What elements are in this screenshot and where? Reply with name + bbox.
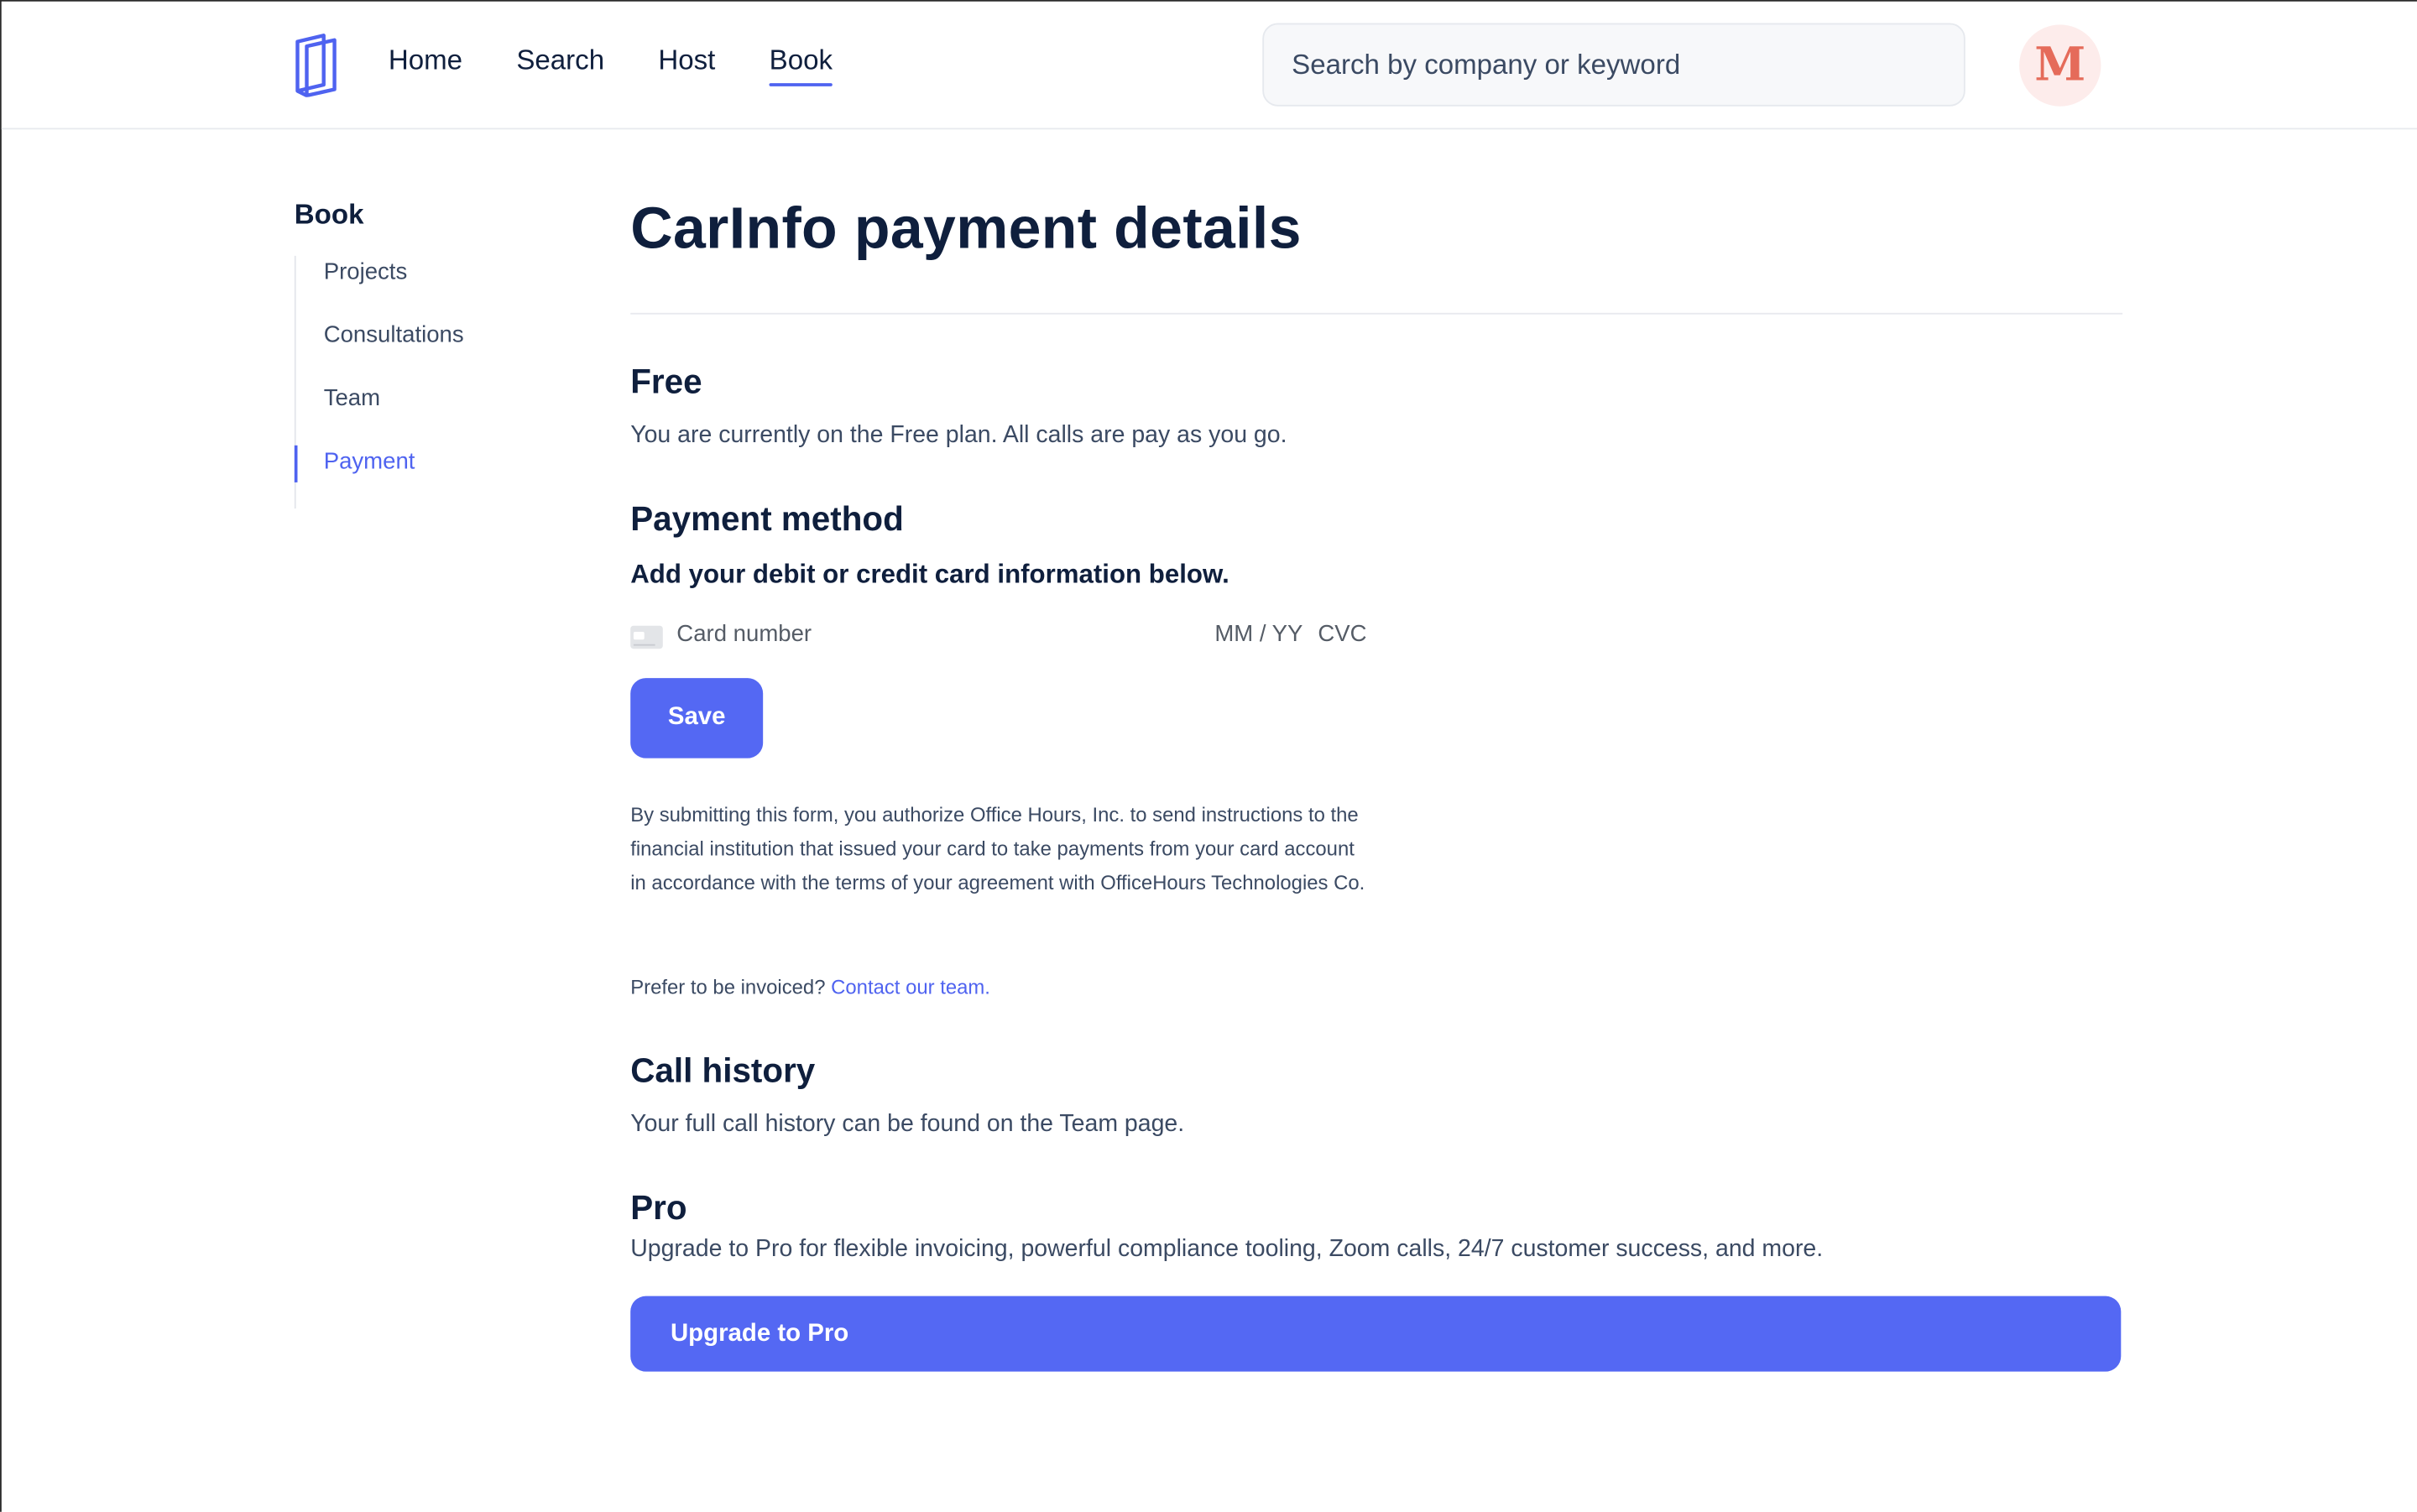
invoice-note: Prefer to be invoiced? Contact our team. <box>630 976 990 999</box>
upgrade-to-pro-button[interactable]: Upgrade to Pro <box>630 1296 2122 1372</box>
sidebar-item-team[interactable]: Team <box>296 383 541 446</box>
free-plan-heading: Free <box>630 362 702 401</box>
book-logo-icon[interactable] <box>293 33 339 97</box>
sidebar-item-projects[interactable]: Projects <box>296 256 541 319</box>
sidebar: Book Projects Consultations Team Payment <box>294 198 541 509</box>
call-history-text: Your full call history can be found on t… <box>630 1111 1185 1138</box>
contact-team-link[interactable]: Contact our team. <box>831 976 990 999</box>
card-expiry-field[interactable]: MM / YY <box>1214 621 1302 647</box>
authorization-text: By submitting this form, you authorize O… <box>630 802 1365 894</box>
card-input[interactable]: Card number MM / YY CVC <box>630 621 1370 654</box>
title-divider <box>630 312 2123 315</box>
call-history-heading: Call history <box>630 1051 816 1090</box>
payment-method-heading: Payment method <box>630 499 904 539</box>
search-input[interactable] <box>1262 23 1965 107</box>
invoice-prefix: Prefer to be invoiced? <box>630 975 826 999</box>
card-cvc-field[interactable]: CVC <box>1318 621 1366 647</box>
nav-home[interactable]: Home <box>389 44 462 86</box>
nav-search[interactable]: Search <box>516 44 604 86</box>
top-navigation-bar: Home Search Host Book M <box>1 1 2417 130</box>
pro-heading: Pro <box>630 1188 687 1228</box>
sidebar-title: Book <box>294 198 364 230</box>
sidebar-item-consultations[interactable]: Consultations <box>296 319 541 382</box>
credit-card-icon <box>630 625 663 649</box>
nav-host[interactable]: Host <box>658 44 715 86</box>
sidebar-item-payment[interactable]: Payment <box>294 445 541 508</box>
avatar[interactable]: M <box>2019 24 2101 107</box>
payment-method-subheading: Add your debit or credit card informatio… <box>630 559 1229 589</box>
free-plan-text: You are currently on the Free plan. All … <box>630 422 1287 449</box>
main-content: CarInfo payment details Free You are cur… <box>630 193 2123 1372</box>
nav-book[interactable]: Book <box>769 44 833 86</box>
sidebar-list: Projects Consultations Team Payment <box>294 255 541 509</box>
card-number-field[interactable]: Card number <box>676 621 812 647</box>
main-nav: Home Search Host Book <box>389 44 833 86</box>
page: Home Search Host Book M Book Projects Co… <box>0 0 2417 1512</box>
page-title: CarInfo payment details <box>630 197 1302 263</box>
save-button[interactable]: Save <box>630 678 764 759</box>
pro-text: Upgrade to Pro for flexible invoicing, p… <box>630 1236 1824 1263</box>
